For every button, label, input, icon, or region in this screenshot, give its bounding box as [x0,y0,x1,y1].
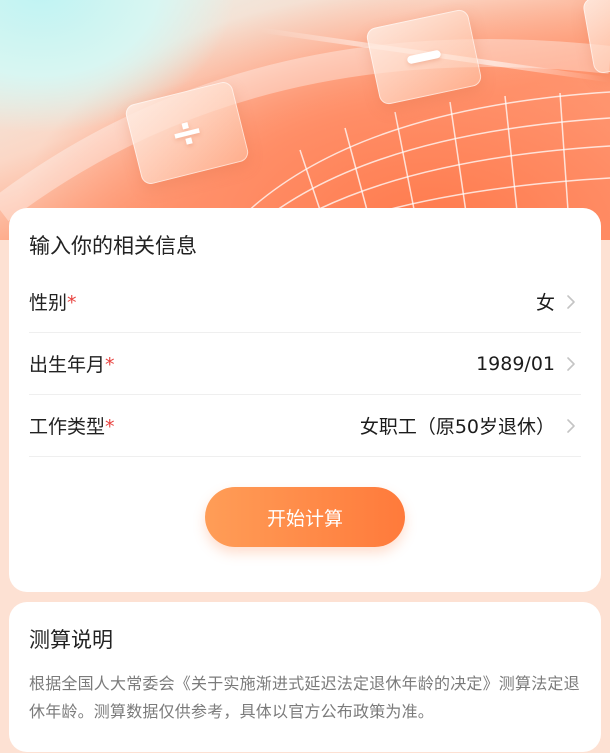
required-mark: * [105,354,115,376]
gender-label: 性别* [29,292,77,314]
start-calculation-button[interactable]: 开始计算 [205,487,405,547]
chevron-right-icon [567,418,575,433]
gender-value: 女 [535,292,555,314]
input-card: 输入你的相关信息 性别* 女 出生年月* 1989/01 工作类型* 女职工（原… [9,208,601,592]
minus-icon [406,49,442,65]
chevron-right-icon [567,356,575,371]
input-card-title: 输入你的相关信息 [29,234,197,258]
birth-date-label: 出生年月* [29,354,115,376]
required-mark: * [105,416,115,438]
birth-date-row[interactable]: 出生年月* 1989/01 [29,333,581,395]
chevron-right-icon [567,294,575,309]
button-wrap: 开始计算 [29,487,581,547]
divide-icon: ÷ [165,106,209,160]
work-type-value: 女职工（原50岁退休） [359,416,555,438]
birth-date-value: 1989/01 [476,352,555,375]
description-title: 测算说明 [29,628,113,652]
grid-decoration [0,27,610,240]
gender-row[interactable]: 性别* 女 [29,271,581,333]
hero-banner: ÷ [0,0,610,240]
description-card: 测算说明 根据全国人大常委会《关于实施渐进式延迟法定退休年龄的决定》测算法定退休… [9,602,601,752]
work-type-label: 工作类型* [29,416,115,438]
work-type-row[interactable]: 工作类型* 女职工（原50岁退休） [29,395,581,457]
description-text: 根据全国人大常委会《关于实施渐进式延迟法定退休年龄的决定》测算法定退休年龄。测算… [29,674,580,721]
form-rows: 性别* 女 出生年月* 1989/01 工作类型* 女职工（原50岁退休） [29,271,581,457]
required-mark: * [67,292,77,314]
